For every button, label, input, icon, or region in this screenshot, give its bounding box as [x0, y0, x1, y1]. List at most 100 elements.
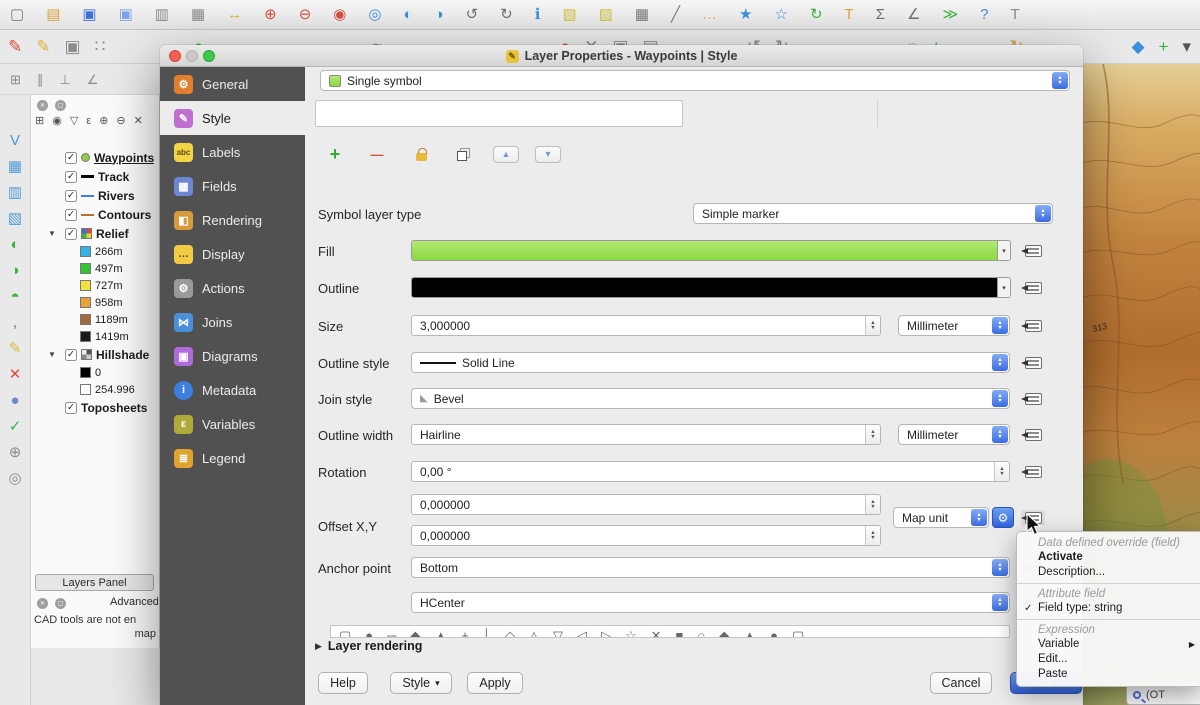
open-attribute-table-icon[interactable]: ▦ — [635, 7, 649, 22]
spin-arrows-icon[interactable]: ▲▼ — [865, 425, 880, 444]
layer-item-497m[interactable]: 497m — [31, 260, 159, 277]
layer-item-relief[interactable]: ▼✓Relief — [31, 224, 159, 243]
lock-colors-button[interactable] — [411, 144, 431, 164]
marker-symbol-19[interactable]: ▢ — [792, 628, 804, 635]
project-save-as-icon[interactable]: ▣ — [119, 7, 133, 22]
size-data-defined-button[interactable] — [1021, 318, 1045, 334]
move-up-button[interactable]: ▲ — [493, 146, 519, 163]
help-contents-icon[interactable]: ? — [980, 7, 988, 22]
add-spatialite-layer-icon[interactable]: ▧ — [8, 211, 22, 226]
layer-item-1419m[interactable]: 1419m — [31, 328, 159, 345]
outline-style-combo[interactable]: Solid Line ▲▼ — [411, 352, 1010, 373]
marker-symbol-17[interactable]: ▲ — [743, 628, 756, 635]
spin-arrows-icon[interactable]: ▲▼ — [994, 462, 1009, 481]
snapping-options-icon[interactable]: ⊕ — [9, 445, 22, 460]
layers-filter-legend-icon[interactable]: ▽ — [70, 116, 78, 127]
symbol-tree-area[interactable] — [315, 100, 683, 127]
dialog-menu-item-variables[interactable]: εVariables — [160, 407, 305, 441]
layer-item-727m[interactable]: 727m — [31, 277, 159, 294]
outline-dropdown-icon[interactable]: ▾ — [997, 278, 1010, 297]
ctx-item-field-type[interactable]: ✓ Field type: string — [1017, 601, 1200, 616]
dialog-menu-item-diagrams[interactable]: ▣Diagrams — [160, 339, 305, 373]
zoom-next-icon[interactable]: ↻ — [500, 7, 513, 22]
toolbar-overflow-icon[interactable]: ▾ — [1182, 38, 1191, 55]
advanced-digitize-perpendicular-icon[interactable]: ⊥ — [59, 73, 70, 86]
toggle-render-icon[interactable]: ✓ — [9, 419, 22, 434]
apply-button[interactable]: Apply — [467, 672, 523, 694]
dialog-titlebar[interactable]: ✎ Layer Properties - Waypoints | Style — [160, 45, 1083, 67]
layers-expression-filter-icon[interactable]: ε — [86, 116, 91, 127]
layers-expand-all-icon[interactable]: ⊕ — [99, 116, 108, 127]
remove-layer-icon[interactable]: ✕ — [9, 367, 22, 382]
marker-symbol-5[interactable]: + — [461, 628, 469, 635]
remove-symbol-layer-button[interactable]: — — [367, 144, 387, 164]
dialog-menu-item-labels[interactable]: abcLabels — [160, 135, 305, 169]
layer-item-1189m[interactable]: 1189m — [31, 311, 159, 328]
marker-symbol-13[interactable]: ✕ — [651, 628, 662, 635]
new-shapefile-layer-icon[interactable]: ✎ — [9, 341, 22, 356]
add-delimited-text-icon[interactable]: , — [13, 315, 17, 330]
anchor-vertical-combo[interactable]: Bottom ▲▼ — [411, 557, 1010, 578]
dialog-menu-item-general[interactable]: ⚙General — [160, 67, 305, 101]
offset-unit-options-button[interactable]: ⚙ — [992, 507, 1014, 528]
project-save-icon[interactable]: ▣ — [82, 7, 96, 22]
current-edits-icon[interactable]: ✎ — [8, 38, 22, 55]
dialog-menu-item-metadata[interactable]: iMetadata — [160, 373, 305, 407]
layer-checkbox[interactable]: ✓ — [65, 349, 77, 361]
offset-unit-combo[interactable]: Map unit ▲▼ — [893, 507, 989, 528]
renderer-combo[interactable]: Single symbol ▲▼ — [320, 70, 1070, 91]
rotation-data-defined-button[interactable] — [1021, 464, 1045, 480]
select-features-icon[interactable]: ▧ — [562, 7, 576, 22]
layer-item-track[interactable]: ✓Track — [31, 167, 159, 186]
ctx-item-activate[interactable]: Activate — [1017, 550, 1200, 565]
project-new-icon[interactable]: ▢ — [10, 7, 24, 22]
outline-width-unit-combo[interactable]: Millimeter ▲▼ — [898, 424, 1010, 445]
fill-data-defined-button[interactable] — [1021, 243, 1045, 259]
layer-item-254.996[interactable]: 254.996 — [31, 381, 159, 398]
project-open-icon[interactable]: ▤ — [46, 7, 60, 22]
move-down-button[interactable]: ▼ — [535, 146, 561, 163]
size-unit-combo[interactable]: Millimeter ▲▼ — [898, 315, 1010, 336]
add-symbol-layer-button[interactable]: + — [325, 144, 345, 164]
outline-style-data-defined-button[interactable] — [1021, 355, 1045, 371]
advanced-close-button[interactable]: ✕ — [37, 598, 48, 609]
layer-item-toposheets[interactable]: ✓Toposheets — [31, 398, 159, 417]
marker-symbol-14[interactable]: ■ — [676, 628, 684, 635]
ctx-item-edit[interactable]: Edit... — [1017, 652, 1200, 667]
processing-toolbox-icon[interactable]: ◆ — [1131, 38, 1144, 55]
marker-symbol-6[interactable]: │ — [483, 628, 491, 635]
marker-symbol-15[interactable]: ○ — [697, 628, 705, 635]
outline-width-input[interactable]: Hairline ▲▼ — [411, 424, 881, 445]
offset-x-input[interactable]: 0,000000 ▲▼ — [411, 494, 881, 515]
layer-checkbox[interactable]: ✓ — [65, 228, 77, 240]
pan-map-icon[interactable]: ↔ — [227, 7, 242, 22]
zoom-native-icon[interactable]: ◉ — [333, 7, 346, 22]
layer-checkbox[interactable]: ✓ — [65, 152, 77, 164]
layer-item-hillshade[interactable]: ▼✓Hillshade — [31, 345, 159, 364]
dialog-menu-item-joins[interactable]: ⋈Joins — [160, 305, 305, 339]
toggle-editing-icon[interactable]: ✎ — [36, 38, 50, 55]
add-layer-quick-icon[interactable]: + — [1159, 38, 1169, 55]
add-postgis-layer-icon[interactable]: ▥ — [8, 185, 22, 200]
layer-item-0[interactable]: 0 — [31, 364, 159, 381]
outline-color-button[interactable]: ▾ — [411, 277, 1011, 298]
expander-icon[interactable]: ▼ — [48, 350, 61, 359]
marker-symbol-2[interactable]: ─ — [387, 628, 396, 635]
outline-data-defined-button[interactable] — [1021, 280, 1045, 296]
spin-arrows-icon[interactable]: ▲▼ — [865, 495, 880, 514]
deselect-features-icon[interactable]: ▨ — [599, 7, 613, 22]
marker-symbol-18[interactable]: ● — [770, 628, 778, 635]
marker-symbol-16[interactable]: ◆ — [719, 628, 729, 635]
dialog-menu-item-fields[interactable]: ▦Fields — [160, 169, 305, 203]
statistical-summary-icon[interactable]: Σ — [876, 7, 885, 22]
style-menu-button[interactable]: Style ▾ — [390, 672, 452, 694]
add-wfs-layer-icon[interactable]: ◓ — [10, 289, 19, 304]
join-style-data-defined-button[interactable] — [1021, 391, 1045, 407]
duplicate-symbol-layer-button[interactable] — [453, 144, 473, 164]
panel-close-button[interactable]: ✕ — [37, 100, 48, 111]
join-style-combo[interactable]: ◣ Bevel ▲▼ — [411, 388, 1010, 409]
zoom-full-icon[interactable]: ◎ — [368, 7, 381, 22]
anchor-horizontal-combo[interactable]: HCenter ▲▼ — [411, 592, 1010, 613]
measure-angle-icon[interactable]: ∠ — [907, 7, 920, 22]
size-input[interactable]: 3,000000 ▲▼ — [411, 315, 881, 336]
